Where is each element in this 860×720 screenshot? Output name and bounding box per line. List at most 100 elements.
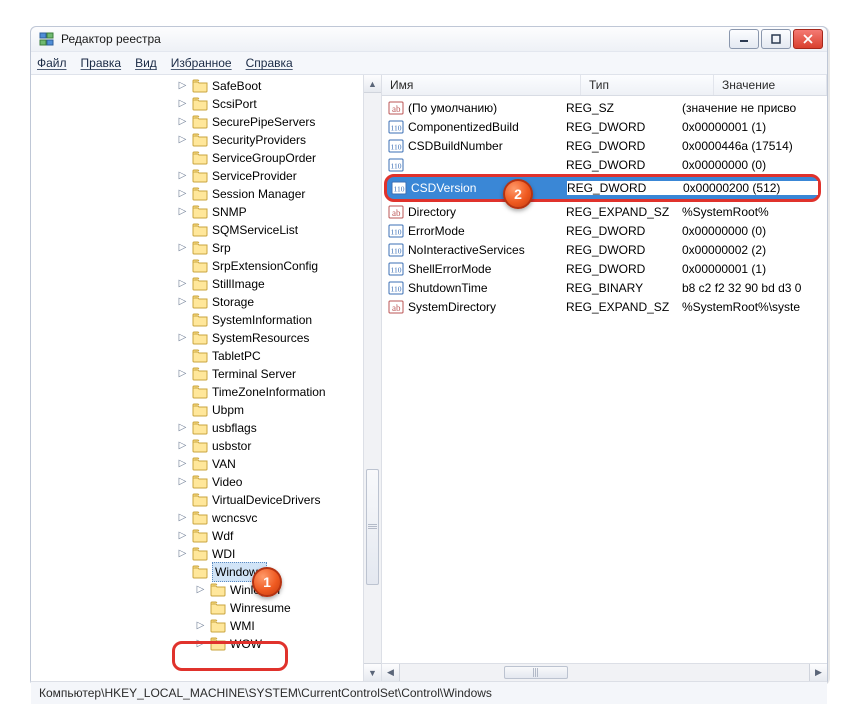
arrow-right-icon[interactable]: ▷ bbox=[177, 531, 188, 542]
col-type[interactable]: Тип bbox=[581, 75, 714, 95]
arrow-right-icon[interactable]: ▷ bbox=[195, 585, 206, 596]
tree-item[interactable]: ▷VAN bbox=[31, 455, 381, 473]
blank-icon[interactable] bbox=[177, 351, 188, 362]
value-row[interactable]: 110ShutdownTimeREG_BINARYb8 c2 f2 32 90 … bbox=[382, 278, 827, 297]
tree-item[interactable]: ▷SNMP bbox=[31, 203, 381, 221]
tree-item[interactable]: ▷Winlogon bbox=[31, 581, 381, 599]
tree-item[interactable]: Winresume bbox=[31, 599, 381, 617]
values-pane[interactable]: Имя Тип Значение ab(По умолчанию)REG_SZ(… bbox=[382, 75, 827, 681]
minimize-button[interactable] bbox=[729, 29, 759, 49]
menu-view[interactable]: Вид bbox=[135, 56, 157, 70]
menu-favorites[interactable]: Избранное bbox=[171, 56, 232, 70]
menu-file[interactable]: Файл bbox=[37, 56, 67, 70]
value-row[interactable]: abSystemDirectoryREG_EXPAND_SZ%SystemRoo… bbox=[382, 297, 827, 316]
arrow-right-icon[interactable]: ▷ bbox=[177, 441, 188, 452]
value-row[interactable]: 110REG_DWORD0x00000000 (0) bbox=[382, 155, 827, 174]
tree-item[interactable]: ▷SecurityProviders bbox=[31, 131, 381, 149]
tree-item[interactable]: ▷SystemResources bbox=[31, 329, 381, 347]
arrow-right-icon[interactable]: ▷ bbox=[177, 333, 188, 344]
tree-item[interactable]: Windows bbox=[31, 563, 381, 581]
blank-icon[interactable] bbox=[177, 225, 188, 236]
tree-item[interactable]: ▷Srp bbox=[31, 239, 381, 257]
tree-item[interactable]: ▷Storage bbox=[31, 293, 381, 311]
close-button[interactable] bbox=[793, 29, 823, 49]
arrow-right-icon[interactable]: ▷ bbox=[177, 423, 188, 434]
tree-pane[interactable]: ▷SafeBoot▷ScsiPort▷SecurePipeServers▷Sec… bbox=[31, 75, 382, 681]
value-row[interactable]: ab(По умолчанию)REG_SZ(значение не присв… bbox=[382, 98, 827, 117]
tree-item[interactable]: Ubpm bbox=[31, 401, 381, 419]
tree-item[interactable]: ▷wcncsvc bbox=[31, 509, 381, 527]
arrow-right-icon[interactable]: ▷ bbox=[177, 477, 188, 488]
blank-icon[interactable] bbox=[177, 387, 188, 398]
tree-item[interactable]: SQMServiceList bbox=[31, 221, 381, 239]
value-row[interactable]: 110NoInteractiveServicesREG_DWORD0x00000… bbox=[382, 240, 827, 259]
scroll-thumb[interactable] bbox=[366, 469, 379, 585]
column-headers[interactable]: Имя Тип Значение bbox=[382, 75, 827, 96]
arrow-right-icon[interactable]: ▷ bbox=[195, 639, 206, 650]
tree-item[interactable]: ▷SafeBoot bbox=[31, 77, 381, 95]
arrow-right-icon[interactable]: ▷ bbox=[177, 297, 188, 308]
arrow-right-icon[interactable]: ▷ bbox=[177, 99, 188, 110]
arrow-right-icon[interactable]: ▷ bbox=[195, 621, 206, 632]
arrow-right-icon[interactable]: ▷ bbox=[177, 207, 188, 218]
list-hscrollbar[interactable]: ◀ ▶ bbox=[382, 663, 827, 681]
tree-item[interactable]: ▷usbstor bbox=[31, 437, 381, 455]
maximize-button[interactable] bbox=[761, 29, 791, 49]
tree-item[interactable]: SystemInformation bbox=[31, 311, 381, 329]
menu-edit[interactable]: Правка bbox=[81, 56, 122, 70]
blank-icon[interactable] bbox=[177, 405, 188, 416]
arrow-right-icon[interactable]: ▷ bbox=[177, 117, 188, 128]
tree-item[interactable]: ▷Video bbox=[31, 473, 381, 491]
arrow-right-icon[interactable]: ▷ bbox=[177, 243, 188, 254]
tree-item[interactable]: ▷WOW bbox=[31, 635, 381, 653]
tree-item[interactable]: ▷Wdf bbox=[31, 527, 381, 545]
tree-item[interactable]: ▷StillImage bbox=[31, 275, 381, 293]
tree-item[interactable]: ▷ScsiPort bbox=[31, 95, 381, 113]
hscroll-left-icon[interactable]: ◀ bbox=[382, 664, 400, 681]
value-row[interactable]: 110ErrorModeREG_DWORD0x00000000 (0) bbox=[382, 221, 827, 240]
value-row[interactable]: 110ShellErrorModeREG_DWORD0x00000001 (1) bbox=[382, 259, 827, 278]
blank-icon[interactable] bbox=[195, 603, 206, 614]
arrow-right-icon[interactable]: ▷ bbox=[177, 369, 188, 380]
blank-icon[interactable] bbox=[177, 261, 188, 272]
tree-item[interactable]: ▷Terminal Server bbox=[31, 365, 381, 383]
tree-item[interactable]: ▷usbflags bbox=[31, 419, 381, 437]
tree-item[interactable]: VirtualDeviceDrivers bbox=[31, 491, 381, 509]
tree-item[interactable]: TabletPC bbox=[31, 347, 381, 365]
hscroll-right-icon[interactable]: ▶ bbox=[809, 664, 827, 681]
tree-item[interactable]: ServiceGroupOrder bbox=[31, 149, 381, 167]
arrow-right-icon[interactable]: ▷ bbox=[177, 189, 188, 200]
value-row[interactable]: 110CSDBuildNumberREG_DWORD0x0000446a (17… bbox=[382, 136, 827, 155]
arrow-right-icon[interactable]: ▷ bbox=[177, 513, 188, 524]
blank-icon[interactable] bbox=[177, 153, 188, 164]
col-data[interactable]: Значение bbox=[714, 75, 827, 95]
arrow-right-icon[interactable]: ▷ bbox=[177, 459, 188, 470]
arrow-right-icon[interactable]: ▷ bbox=[177, 135, 188, 146]
arrow-right-icon[interactable]: ▷ bbox=[177, 549, 188, 560]
value-type: REG_DWORD bbox=[566, 120, 682, 134]
tree-item[interactable]: ▷ServiceProvider bbox=[31, 167, 381, 185]
titlebar[interactable]: Редактор реестра bbox=[31, 27, 827, 51]
value-row[interactable]: 110ComponentizedBuildREG_DWORD0x00000001… bbox=[382, 117, 827, 136]
tree-item[interactable]: TimeZoneInformation bbox=[31, 383, 381, 401]
tree-item[interactable]: ▷SecurePipeServers bbox=[31, 113, 381, 131]
menu-help[interactable]: Справка bbox=[246, 56, 293, 70]
arrow-right-icon[interactable]: ▷ bbox=[177, 279, 188, 290]
col-name[interactable]: Имя bbox=[382, 75, 581, 95]
value-row[interactable]: abDirectoryREG_EXPAND_SZ%SystemRoot% bbox=[382, 202, 827, 221]
tree-item[interactable]: SrpExtensionConfig bbox=[31, 257, 381, 275]
value-row[interactable]: 110CSDVersionREG_DWORD0x00000200 (512) bbox=[384, 174, 821, 202]
scroll-down-icon[interactable]: ▼ bbox=[364, 663, 381, 681]
value-data: (значение не присво bbox=[682, 101, 827, 115]
blank-icon[interactable] bbox=[177, 567, 188, 578]
arrow-right-icon[interactable]: ▷ bbox=[177, 171, 188, 182]
tree-item[interactable]: ▷WDI bbox=[31, 545, 381, 563]
arrow-right-icon[interactable]: ▷ bbox=[177, 81, 188, 92]
tree-item[interactable]: ▷WMI bbox=[31, 617, 381, 635]
tree-scrollbar[interactable]: ▲ ▼ bbox=[363, 75, 381, 681]
scroll-up-icon[interactable]: ▲ bbox=[364, 75, 381, 93]
hscroll-thumb[interactable] bbox=[504, 666, 568, 679]
blank-icon[interactable] bbox=[177, 495, 188, 506]
tree-item[interactable]: ▷Session Manager bbox=[31, 185, 381, 203]
blank-icon[interactable] bbox=[177, 315, 188, 326]
